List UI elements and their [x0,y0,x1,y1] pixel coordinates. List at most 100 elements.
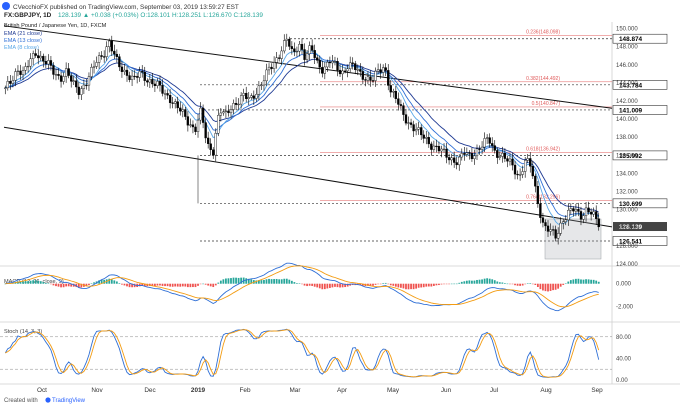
macd-signal-line [5,265,599,308]
macd-histogram-bar [463,281,466,284]
price-tick-label: 132.000 [616,190,638,196]
macd-histogram-bar [382,283,385,284]
candle-body [574,208,578,212]
candle-body [103,56,106,58]
candle-body [463,153,466,155]
candle-body [359,69,362,72]
candle-body [316,57,319,61]
macd-histogram-bar [483,278,486,284]
candle-body [318,60,321,68]
macd-histogram-bar [123,283,126,286]
candle-body [425,137,428,139]
macd-histogram-bar [110,279,113,284]
macd-line [5,262,599,312]
publisher-header: CVecchioFX published on TradingView.com,… [2,2,263,19]
candle-body [546,225,550,232]
candle-body [262,80,266,86]
candle-body [414,129,418,132]
macd-histogram-bar [278,279,281,284]
macd-histogram-bar [93,282,95,284]
candle-body [450,157,453,161]
candle-body [135,76,139,78]
candle-body [57,74,60,76]
macd-histogram-bar [298,283,301,284]
macd-histogram-bar [270,279,273,284]
macd-histogram-bar [377,283,379,285]
macd-histogram-bar [445,283,448,285]
candle-body [394,90,398,99]
macd-histogram-bar [260,280,263,284]
candle-body [541,217,545,223]
candle-body [417,127,420,130]
macd-histogram-bar [448,283,450,285]
candle-body [379,69,382,73]
macd-histogram-bar [394,283,397,287]
macd-histogram-bar [521,283,524,286]
candle-body [21,70,25,75]
candle-body [356,69,359,71]
candle-body [293,48,296,52]
candle-body [128,75,131,80]
macd-histogram-bar [496,281,499,284]
candle-body [567,210,570,221]
fib-label: 0.236(148.098) [526,30,560,36]
macd-histogram-bar [90,283,93,284]
price-tick-label: 144.000 [616,81,638,87]
macd-histogram-bar [263,280,265,284]
candle-body [247,97,250,99]
candle-body [539,203,542,218]
candle-body [156,81,159,87]
candle-body [227,110,230,114]
candle-body [166,93,169,96]
candle-body [285,38,288,41]
candle-body [511,158,514,166]
candle-body [77,86,80,95]
macd-histogram-bar [37,280,40,284]
candle-body [26,65,30,68]
candle-body [313,50,316,58]
macd-histogram-bar [232,277,235,284]
candle-body [70,75,73,82]
macd-histogram-bar [121,283,123,285]
macd-histogram-bar [176,283,179,287]
macd-histogram-bar [501,282,504,284]
macd-histogram-bar [412,283,415,290]
candle-body [589,211,593,215]
macd-histogram-bar [306,283,308,287]
candle-body [232,103,235,110]
candle-body [265,69,268,82]
candle-body [531,166,534,177]
macd-histogram-bar [488,278,491,284]
candle-body [491,143,494,146]
candle-body [280,50,283,59]
macd-histogram-bar [24,281,27,284]
candle-body [465,152,469,155]
candle-body [82,84,86,89]
macd-histogram-bar [329,283,331,288]
stoch-layer: 80.00 40.00 0.00 [0,328,632,384]
candle-body [95,62,98,67]
candle-body [493,145,496,151]
candle-body [161,85,164,94]
fib-label: 0.5(140.847) [532,101,561,107]
candle-body [49,60,53,66]
candle-body [64,68,68,77]
candle-body [526,158,529,161]
macd-histogram-bar [465,280,468,284]
macd-histogram-bar [577,278,580,284]
fib-label: 0.618(136.942) [526,146,560,152]
candle-body [184,109,187,117]
legend-ema21: EMA (21 close) [4,31,42,37]
candle-body [146,80,149,83]
candle-body [278,57,281,59]
candle-body [556,233,560,239]
candle-body [113,50,116,55]
candle-body [409,122,413,125]
candle-body [498,156,501,158]
time-tick-label: 2019 [191,387,206,394]
macd-histogram-bar [567,281,570,284]
candle-body [521,171,524,175]
candle-body [346,68,349,72]
macd-histogram-bar [402,283,405,289]
macd-histogram-bar [181,283,184,287]
